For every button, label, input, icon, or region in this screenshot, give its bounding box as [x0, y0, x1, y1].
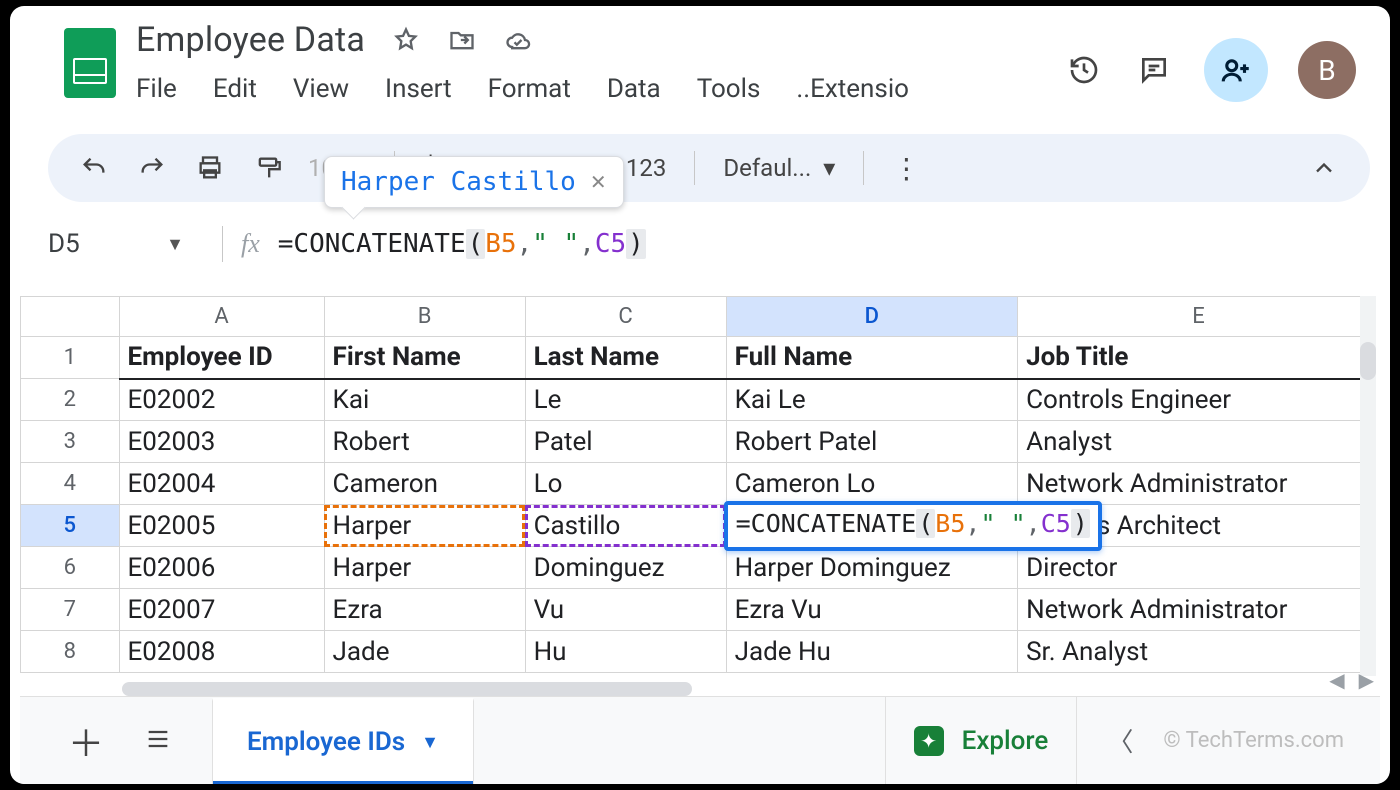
toolbar: 100% $ % .0← .00→ 123 Defaul... ▾ ⋮ Harp…: [48, 134, 1370, 202]
cell[interactable]: Full Name: [726, 337, 1018, 379]
caret-down-icon: ▾: [823, 154, 835, 182]
menu-view[interactable]: View: [293, 74, 349, 104]
col-header-E[interactable]: E: [1018, 297, 1370, 337]
cell[interactable]: Robert: [324, 421, 525, 463]
menu-insert[interactable]: Insert: [385, 74, 452, 104]
select-all-corner[interactable]: [21, 297, 120, 337]
cell[interactable]: Director: [1018, 547, 1370, 589]
close-icon[interactable]: ✕: [590, 170, 607, 195]
collapse-toolbar-button[interactable]: [1306, 150, 1342, 186]
spreadsheet-grid[interactable]: A B C D E 1 Employee ID First Name Last …: [20, 296, 1370, 673]
cell[interactable]: Jade: [324, 631, 525, 673]
row-header-7[interactable]: 7: [21, 589, 120, 631]
cell[interactable]: E02008: [119, 631, 324, 673]
cell[interactable]: Patel: [525, 421, 726, 463]
row-header-8[interactable]: 8: [21, 631, 120, 673]
cell[interactable]: Dominguez: [525, 547, 726, 589]
caret-down-icon: ▼: [421, 732, 439, 753]
redo-button[interactable]: [134, 150, 170, 186]
cell[interactable]: E02006: [119, 547, 324, 589]
sheets-logo-icon: [64, 28, 116, 98]
menu-tools[interactable]: Tools: [697, 74, 761, 104]
version-history-icon[interactable]: [1064, 50, 1104, 90]
cell[interactable]: Network Administrator: [1018, 463, 1370, 505]
cell[interactable]: Kai Le: [726, 379, 1018, 421]
cell[interactable]: E02004: [119, 463, 324, 505]
cell[interactable]: E02003: [119, 421, 324, 463]
menu-edit[interactable]: Edit: [213, 74, 257, 104]
active-cell-D5[interactable]: =CONCATENATE(B5," ",C5): [726, 505, 1018, 547]
cell[interactable]: Harper: [324, 547, 525, 589]
row-header-4[interactable]: 4: [21, 463, 120, 505]
vertical-scrollbar-thumb[interactable]: [1360, 342, 1376, 380]
cell[interactable]: Kai: [324, 379, 525, 421]
row-header-2[interactable]: 2: [21, 379, 120, 421]
cell[interactable]: E02007: [119, 589, 324, 631]
account-avatar[interactable]: B: [1298, 41, 1356, 99]
cell[interactable]: Robert Patel: [726, 421, 1018, 463]
cell[interactable]: Job Title: [1018, 337, 1370, 379]
comments-icon[interactable]: [1134, 50, 1174, 90]
sheet-tab[interactable]: Employee IDs ▼: [212, 698, 474, 784]
cloud-status-icon[interactable]: [503, 25, 533, 55]
cell[interactable]: Lo: [525, 463, 726, 505]
toolbar-overflow-button[interactable]: ⋮: [892, 152, 920, 185]
credit-label: © TechTerms.com: [1163, 728, 1344, 753]
cell-ref-B5[interactable]: Harper: [324, 505, 525, 547]
cell[interactable]: Network Administrator: [1018, 589, 1370, 631]
font-family-dropdown[interactable]: Defaul... ▾: [723, 154, 835, 182]
move-folder-icon[interactable]: [447, 25, 477, 55]
menu-format[interactable]: Format: [488, 74, 571, 104]
name-box[interactable]: D5 ▼: [48, 229, 204, 259]
cell[interactable]: Vu: [525, 589, 726, 631]
cell[interactable]: Jade Hu: [726, 631, 1018, 673]
all-sheets-button[interactable]: [144, 725, 172, 757]
undo-button[interactable]: [76, 150, 112, 186]
print-button[interactable]: [192, 150, 228, 186]
menu-extensions[interactable]: ..Extensio: [796, 74, 909, 104]
cell[interactable]: Le: [525, 379, 726, 421]
cell[interactable]: Cameron: [324, 463, 525, 505]
document-title[interactable]: Employee Data: [136, 20, 365, 60]
cell[interactable]: Cameron Lo: [726, 463, 1018, 505]
row-header-1[interactable]: 1: [21, 337, 120, 379]
cell[interactable]: Harper Dominguez: [726, 547, 1018, 589]
fx-icon: fx: [241, 229, 260, 259]
horizontal-scrollbar[interactable]: [122, 682, 692, 696]
caret-down-icon: ▼: [166, 234, 184, 255]
paint-format-button[interactable]: [250, 150, 286, 186]
cell[interactable]: First Name: [324, 337, 525, 379]
row-header-5[interactable]: 5: [21, 505, 120, 547]
cell[interactable]: E02005: [119, 505, 324, 547]
cell[interactable]: E02002: [119, 379, 324, 421]
cell[interactable]: Ezra: [324, 589, 525, 631]
sheet-nav-arrows[interactable]: ◀▶: [1329, 668, 1374, 692]
share-button[interactable]: [1204, 38, 1268, 102]
col-header-A[interactable]: A: [119, 297, 324, 337]
explore-button[interactable]: ✦ Explore: [885, 697, 1078, 784]
menu-file[interactable]: File: [136, 74, 177, 104]
cell[interactable]: Hu: [525, 631, 726, 673]
col-header-B[interactable]: B: [324, 297, 525, 337]
row-header-6[interactable]: 6: [21, 547, 120, 589]
col-header-D[interactable]: D: [726, 297, 1018, 337]
chevron-left-icon[interactable]: 〈: [1107, 722, 1133, 759]
row-header-3[interactable]: 3: [21, 421, 120, 463]
sparkle-icon: ✦: [914, 726, 944, 756]
cell-ref-C5[interactable]: Castillo: [525, 505, 726, 547]
menu-data[interactable]: Data: [607, 74, 661, 104]
cell[interactable]: Ezra Vu: [726, 589, 1018, 631]
formula-result-preview: Harper Castillo ✕: [324, 156, 624, 208]
col-header-C[interactable]: C: [525, 297, 726, 337]
star-icon[interactable]: [391, 25, 421, 55]
cell[interactable]: Controls Engineer: [1018, 379, 1370, 421]
format-number-dropdown[interactable]: 123: [626, 154, 666, 182]
formula-bar[interactable]: =CONCATENATE(B5," ",C5): [278, 229, 646, 259]
cell[interactable]: Sr. Analyst: [1018, 631, 1370, 673]
cell[interactable]: Employee ID: [119, 337, 324, 379]
cell[interactable]: Last Name: [525, 337, 726, 379]
cell[interactable]: Analyst: [1018, 421, 1370, 463]
add-sheet-button[interactable]: ＋: [68, 715, 104, 767]
